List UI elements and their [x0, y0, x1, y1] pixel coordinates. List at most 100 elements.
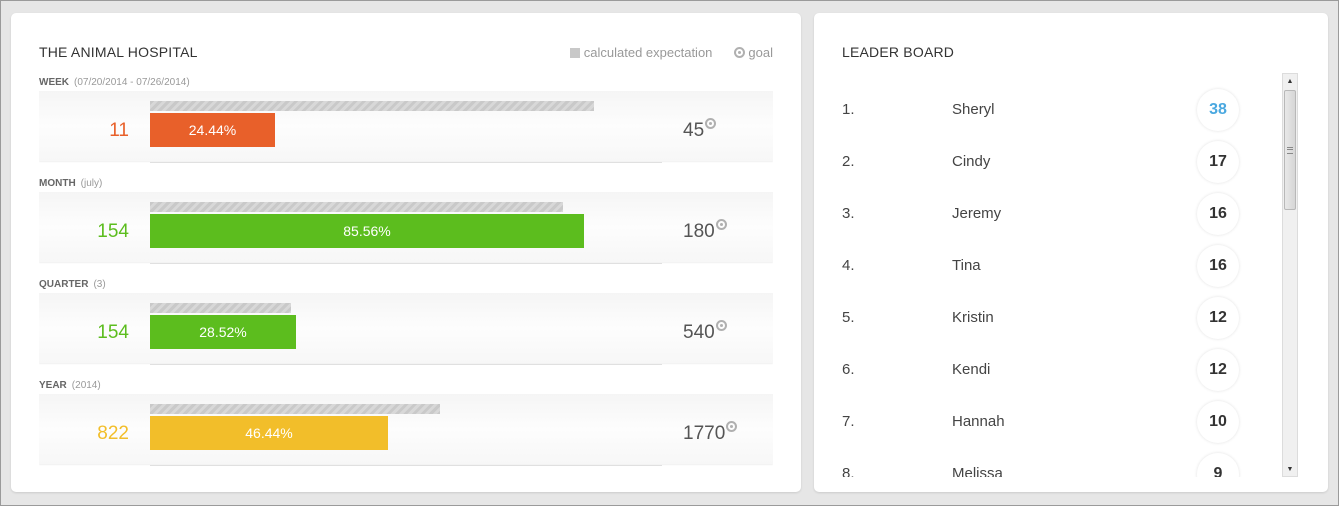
leader-board-row[interactable]: 6. Kendi 12: [814, 345, 1284, 397]
period-label: QUARTER (3): [39, 277, 773, 293]
employee-name: Hannah: [952, 413, 1005, 430]
period-week: WEEK (07/20/2014 - 07/26/2014) 11 24.44% 45: [39, 75, 773, 163]
score-badge: 16: [1197, 245, 1239, 287]
period-label: YEAR (2014): [39, 378, 773, 394]
period-year: YEAR (2014) 822 46.44% 1770: [39, 378, 773, 466]
rank: 4.: [842, 257, 855, 274]
goal-number: 180: [683, 221, 715, 242]
leader-board-list[interactable]: 1. Sheryl 38 2. Cindy 17 3. Jeremy 16 4. Tina 16 5. K…: [814, 75, 1284, 477]
goal-number: 540: [683, 322, 715, 343]
rank: 2.: [842, 153, 855, 170]
leader-board-row[interactable]: 8. Melissa 9: [814, 449, 1284, 477]
period-card: 822 46.44% 1770: [39, 394, 773, 466]
leader-board-row[interactable]: 2. Cindy 17: [814, 137, 1284, 189]
employee-name: Jeremy: [952, 205, 1002, 222]
bar-track: 24.44%: [150, 101, 662, 163]
employee-name: Tina: [952, 257, 981, 274]
progress-bar: 85.56%: [150, 214, 584, 248]
progress-percent: 85.56%: [343, 223, 391, 239]
employee-name: Cindy: [952, 153, 991, 170]
rank: 3.: [842, 205, 855, 222]
goal-value: 1770: [683, 421, 738, 445]
progress-percent: 28.52%: [199, 324, 247, 340]
goal-value: 180: [683, 219, 727, 243]
bar-track: 46.44%: [150, 404, 662, 466]
employee-name: Sheryl: [952, 101, 995, 118]
goal-number: 45: [683, 120, 705, 141]
score-badge: 38: [1197, 89, 1239, 131]
period-range: (3): [93, 279, 106, 290]
leader-board-row[interactable]: 3. Jeremy 16: [814, 189, 1284, 241]
rank: 8.: [842, 465, 855, 477]
period-label: WEEK (07/20/2014 - 07/26/2014): [39, 75, 773, 91]
period-label: MONTH (july): [39, 176, 773, 192]
progress-bar: 46.44%: [150, 416, 388, 450]
period-name: WEEK: [39, 77, 69, 88]
progress-bar: 24.44%: [150, 113, 275, 147]
period-card: 154 28.52% 540: [39, 293, 773, 365]
scrollbar-thumb[interactable]: [1284, 90, 1296, 210]
panel-title: THE ANIMAL HOSPITAL: [39, 44, 198, 60]
goal-target-icon: [715, 320, 727, 331]
period-quarter: QUARTER (3) 154 28.52% 540: [39, 277, 773, 365]
employee-name: Kendi: [952, 361, 991, 378]
score-badge: 9: [1197, 453, 1239, 477]
actual-value: 11: [109, 120, 129, 141]
period-card: 154 85.56% 180: [39, 192, 773, 264]
period-month: MONTH (july) 154 85.56% 180: [39, 176, 773, 264]
rank: 6.: [842, 361, 855, 378]
period-range: (2014): [71, 380, 101, 391]
leader-board-row[interactable]: 4. Tina 16: [814, 241, 1284, 293]
scrollbar[interactable]: ▲ ▼: [1282, 73, 1298, 477]
employee-name: Kristin: [952, 309, 994, 326]
expectation-swatch-icon: [569, 47, 580, 58]
period-list[interactable]: WEEK (07/20/2014 - 07/26/2014) 11 24.44% 45 M…: [39, 75, 773, 477]
actual-value: 154: [97, 322, 129, 343]
leader-board-row[interactable]: 1. Sheryl 38: [814, 85, 1284, 137]
goals-panel: THE ANIMAL HOSPITAL calculated expectati…: [11, 13, 801, 492]
goal-target-icon: [705, 118, 717, 129]
period-name: YEAR: [39, 380, 67, 391]
legend: calculated expectation goal: [569, 45, 773, 60]
legend-expectation-label: calculated expectation: [583, 45, 713, 60]
score-badge: 12: [1197, 349, 1239, 391]
employee-name: Melissa: [952, 465, 1003, 477]
scroll-up-icon[interactable]: ▲: [1283, 74, 1297, 88]
goal-value: 540: [683, 320, 727, 344]
expectation-bar: [150, 404, 440, 414]
period-range: (07/20/2014 - 07/26/2014): [74, 77, 190, 88]
goal-target-icon: [715, 219, 727, 230]
goal-value: 45: [683, 118, 717, 142]
grip-icon: [1287, 146, 1293, 154]
progress-percent: 46.44%: [245, 425, 293, 441]
period-name: QUARTER: [39, 279, 89, 290]
period-name: MONTH: [39, 178, 76, 189]
leader-board-panel: LEADER BOARD 1. Sheryl 38 2. Cindy 17 3. Jeremy…: [814, 13, 1328, 492]
actual-value: 154: [97, 221, 129, 242]
score-badge: 17: [1197, 141, 1239, 183]
goal-target-icon: [726, 421, 738, 432]
score-badge: 12: [1197, 297, 1239, 339]
rank: 1.: [842, 101, 855, 118]
bar-track: 28.52%: [150, 303, 662, 365]
expectation-bar: [150, 202, 563, 212]
goal-number: 1770: [683, 423, 726, 444]
expectation-bar: [150, 101, 594, 111]
scroll-down-icon[interactable]: ▼: [1283, 462, 1297, 476]
goal-target-icon: [734, 47, 746, 58]
actual-value: 822: [97, 423, 129, 444]
period-card: 11 24.44% 45: [39, 91, 773, 163]
rank: 5.: [842, 309, 855, 326]
progress-percent: 24.44%: [188, 122, 237, 138]
rank: 7.: [842, 413, 855, 430]
progress-bar: 28.52%: [150, 315, 296, 349]
expectation-bar: [150, 303, 291, 313]
bar-track: 85.56%: [150, 202, 662, 264]
leader-board-row[interactable]: 7. Hannah 10: [814, 397, 1284, 449]
score-badge: 16: [1197, 193, 1239, 235]
leader-board-title: LEADER BOARD: [842, 44, 955, 60]
legend-goal-label: goal: [748, 45, 773, 60]
period-range: (july): [80, 178, 103, 189]
leader-board-row[interactable]: 5. Kristin 12: [814, 293, 1284, 345]
score-badge: 10: [1197, 401, 1239, 443]
